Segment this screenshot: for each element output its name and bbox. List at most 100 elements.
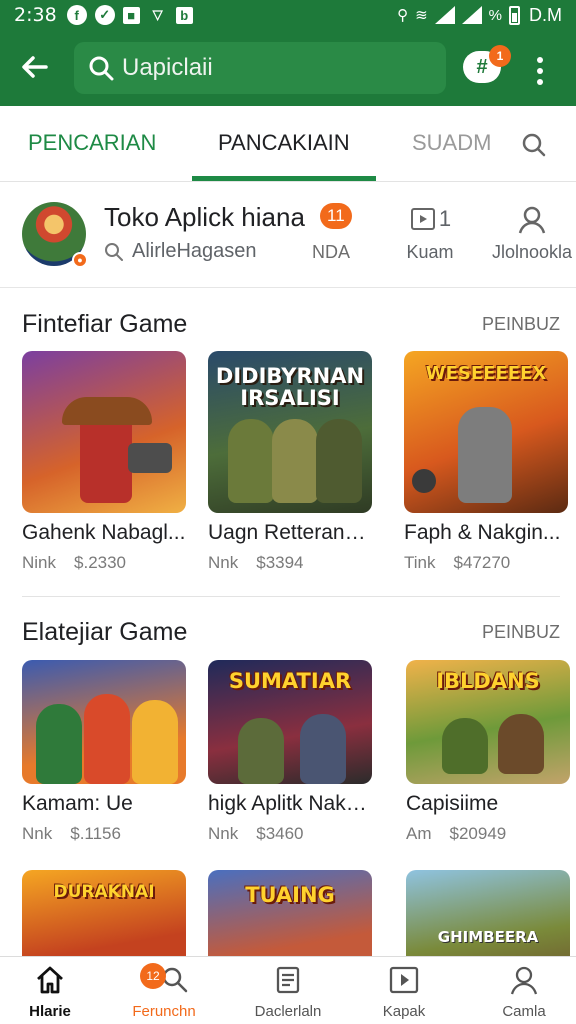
messenger-icon: ✓ [94,5,115,25]
app-art-text: WESEEEEEX [425,363,547,384]
app-name: higk Aplitk Nakay... [208,792,372,815]
signal-icon-2 [461,6,482,24]
wifi-icon: ≋ [415,7,428,24]
tab-suadm[interactable]: SUADM [412,130,491,156]
app-card[interactable]: IBLDANS Capisiime Am $20949 [406,660,574,844]
section-elatejiar: Elatejiar Game PEINBUZ Kamam: Ue Nnk $.1… [0,598,576,868]
app-art-text: DIDIBYRNAN IRSALISI [215,364,365,411]
search-input[interactable] [122,54,422,82]
location-icon: ⚲ [397,7,409,24]
developer-name: Toko Aplick hiana [104,202,305,232]
developer-stat-label: Kuam [406,242,454,262]
battery-icon [509,5,520,25]
developer-stat-kuam[interactable]: 1 Kuam [388,202,472,263]
app-meta: Tink $47270 [404,553,572,573]
notification-app-icon: f [66,5,87,25]
nav-account[interactable]: Camla [474,963,574,1020]
search-bar[interactable] [74,42,446,94]
app-price: $.1156 [70,824,121,843]
app-tag: Tink [404,553,436,572]
app-name: Gahenk Nabagl... [22,521,186,544]
app-price: $3460 [256,824,304,843]
app-art-text: IBLDANS [436,669,540,693]
status-time: 2:38 [14,4,57,26]
app-tag: Nnk [22,824,53,843]
app-meta: Nnk $3394 [208,553,376,573]
section-more-link[interactable]: PEINBUZ [482,622,560,643]
app-card[interactable]: DIDIBYRNAN IRSALISI Uagn Retterangl... N… [208,351,376,573]
app-thumbnail: SUMATIAR [208,660,372,784]
nav-play[interactable]: Kapak [354,963,454,1020]
developer-header[interactable]: ● Toko Aplick hiana 11 AlirleHagasen NDA… [0,182,576,288]
app-card[interactable]: TUAING [208,870,376,956]
back-arrow-icon[interactable] [18,50,52,84]
app-tag: Nink [22,553,57,572]
section-more-link[interactable]: PEINBUZ [482,314,560,335]
search-icon [89,56,114,81]
more-options-icon[interactable] [530,54,550,85]
app-bar: # 1 [0,30,576,106]
app-card[interactable]: Gahenk Nabagl... Nink $.2330 [22,351,190,573]
nav-label: Daclerlaln [254,1003,322,1020]
nav-label: Camla [502,1003,546,1020]
app-thumbnail [22,660,186,784]
video-icon [410,208,435,230]
library-icon [276,966,300,994]
section-title: Elatejiar Game [22,618,188,646]
section-title: Fintefiar Game [22,310,188,338]
nav-library[interactable]: Daclerlaln [238,963,338,1020]
nav-label: Ferunchn [132,1003,196,1020]
app-tag: Am [406,824,432,843]
app-price: $20949 [449,824,507,843]
signal-text: % [488,6,502,24]
app-tag: Nnk [208,824,239,843]
developer-stat-label: Jlolnookla [491,242,573,262]
notification-app-icon-2: ■ [122,6,140,24]
app-card[interactable]: SUMATIAR higk Aplitk Nakay... Nnk $3460 [208,660,376,844]
shield-icon: ▽ [152,7,163,22]
developer-stat-follow[interactable]: Jlolnookla [490,202,574,263]
notification-app-icon-3: b [175,6,193,24]
cloud-sync-icon[interactable]: # 1 [463,45,511,83]
section-divider [22,596,560,597]
signal-icon [434,6,455,24]
app-meta: Am $20949 [406,824,574,844]
nav-search[interactable]: 12 Ferunchn [114,963,214,1020]
play-icon [389,966,419,994]
tab-bar: PENCARIAN PANCAKIAIN SUADM [0,106,576,182]
app-thumbnail: DURAKNAI [22,870,186,956]
app-thumbnail: WESEEEEEX [404,351,568,513]
developer-badge: 11 [320,203,352,229]
nav-home[interactable]: Hlarie [0,963,100,1020]
carrier-label: D.M [529,4,562,25]
app-card-row: Gahenk Nabagl... Nink $.2330 DIDIBYRNAN … [0,351,576,611]
active-tab-indicator [192,176,376,181]
app-price: $3394 [256,553,304,572]
notification-badge: 1 [489,45,511,67]
app-card[interactable]: DURAKNAI [22,870,190,956]
app-card[interactable]: WESEEEEEX Faph & Nakgin... Tink $47270 [404,351,572,573]
person-icon [510,966,538,995]
app-meta: Nnk $3460 [208,824,376,844]
developer-subtitle: AlirleHagasen [104,240,257,263]
app-thumbnail: DIDIBYRNAN IRSALISI [208,351,372,513]
developer-subtitle-text: AlirleHagasen [132,240,257,262]
nav-label: Kapak [382,1003,426,1020]
bottom-navigation: Hlarie 12 Ferunchn Daclerlaln Kapak Caml… [0,956,576,1024]
developer-avatar[interactable]: ● [22,202,88,268]
tab-pancakiain[interactable]: PANCAKIAIN [218,130,350,156]
nav-badge: 12 [140,963,166,989]
app-thumbnail [22,351,186,513]
app-meta: Nnk $.1156 [22,824,190,844]
app-card[interactable]: GHIMBEERA [406,870,574,956]
nav-label: Hlarie [29,1003,71,1020]
app-thumbnail: GHIMBEERA [406,870,570,956]
app-tag: Nnk [208,553,239,572]
app-name: Kamam: Ue [22,792,133,815]
section-fintefiar: Fintefiar Game PEINBUZ Gahenk Nabagl... … [0,288,576,598]
app-price: $47270 [453,553,511,572]
tab-pencarian[interactable]: PENCARIAN [28,130,156,156]
app-card[interactable]: Kamam: Ue Nnk $.1156 [22,660,190,844]
app-art-text: TUAING [245,883,335,907]
tab-search-icon[interactable] [521,132,547,158]
